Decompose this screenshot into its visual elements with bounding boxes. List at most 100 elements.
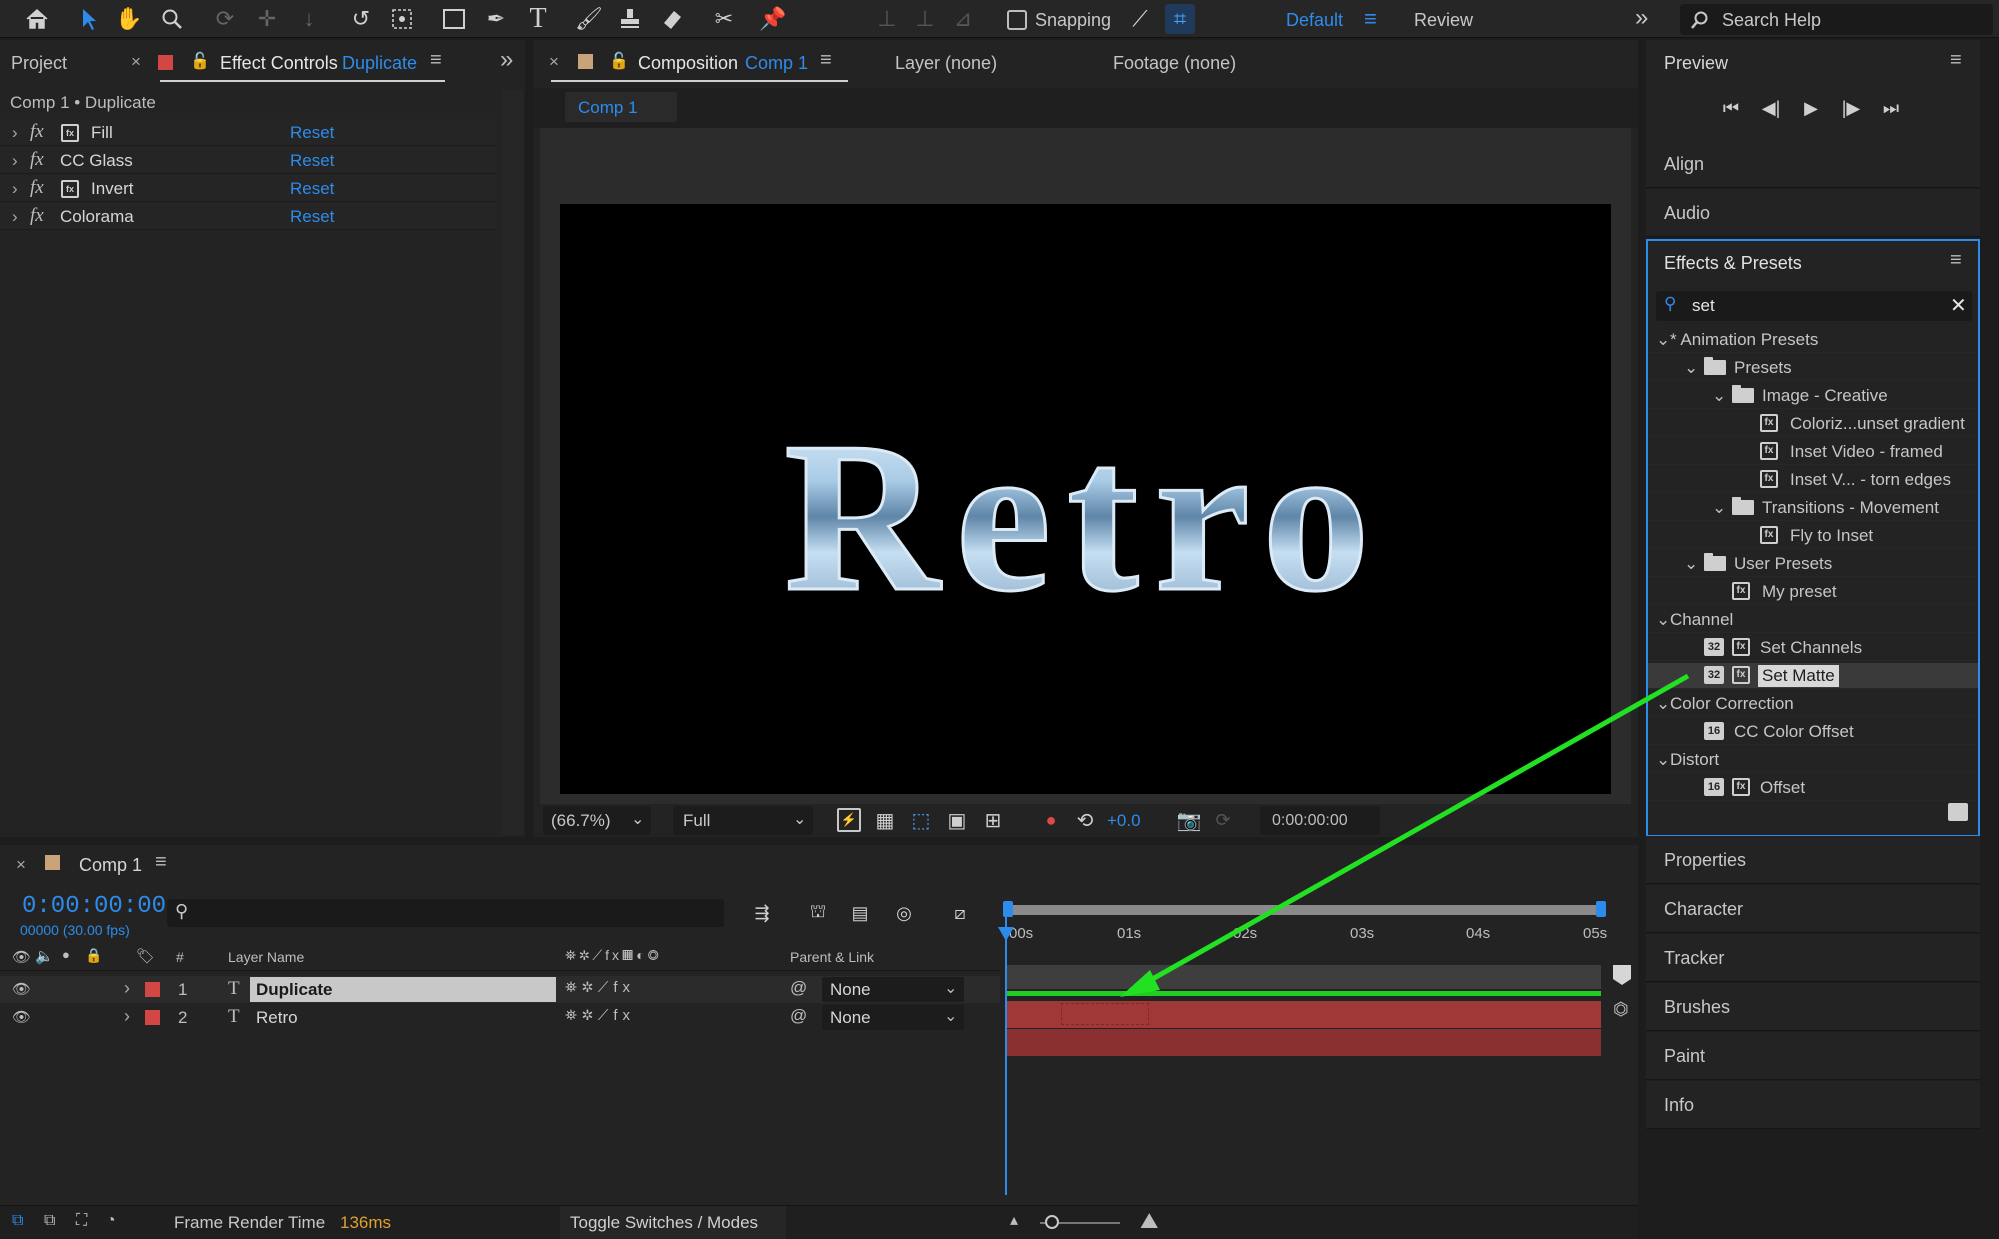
snap-feature-icon[interactable]: ⌗ xyxy=(1165,4,1195,34)
fx-icon[interactable]: fx xyxy=(30,121,44,143)
label-tag-icon[interactable]: 🏷 xyxy=(136,947,155,965)
workspace-menu-icon[interactable]: ≡ xyxy=(1364,6,1377,32)
comp-mini-flowchart-icon[interactable]: ⇶ xyxy=(748,899,776,927)
panel-menu-icon[interactable]: ≡ xyxy=(1950,249,1962,272)
view-axis-icon[interactable]: ⊿ xyxy=(948,4,978,34)
grid-guides-icon[interactable]: ⊞ xyxy=(981,808,1005,832)
layer-name[interactable]: Retro xyxy=(256,1008,298,1028)
rectangle-tool-icon[interactable] xyxy=(439,4,469,34)
previous-frame-icon[interactable]: ◀︎| xyxy=(1758,96,1784,120)
color-channels-icon[interactable]: ● xyxy=(1039,808,1063,832)
show-snapshot-icon[interactable]: ⟳ xyxy=(1211,808,1235,832)
layer-row[interactable]: 👁 › 1 T Duplicate ⛯✲⟋fx @ None ⌄ xyxy=(0,976,1000,1003)
region-of-interest-icon[interactable]: ▣ xyxy=(945,808,969,832)
home-icon[interactable] xyxy=(22,4,52,34)
roto-brush-tool-icon[interactable]: ✂ xyxy=(709,4,739,34)
exposure-reset-icon[interactable]: ⟲ xyxy=(1073,808,1097,832)
tree-effect[interactable]: 16 fx Offset xyxy=(1648,775,1978,801)
current-timecode[interactable]: 0:00:00:00 xyxy=(22,893,166,920)
layer-name-field[interactable]: Duplicate xyxy=(250,977,556,1002)
audio-icon[interactable]: 🔈 xyxy=(35,947,54,965)
puppet-pin-tool-icon[interactable]: 📌 xyxy=(758,4,788,34)
comp-marker-icon[interactable] xyxy=(1613,965,1631,985)
visibility-eye-icon[interactable]: 👁 xyxy=(12,1008,31,1026)
chevron-down-icon[interactable]: ⌄ xyxy=(1656,610,1670,630)
effect-row[interactable]: › fx fx Invert Reset xyxy=(0,175,496,202)
align-panel[interactable]: Align xyxy=(1646,140,1980,188)
tab-layer[interactable]: Layer (none) xyxy=(895,53,997,74)
last-frame-icon[interactable]: ⏭ xyxy=(1878,96,1904,120)
audio-panel[interactable]: Audio xyxy=(1646,189,1980,237)
character-panel[interactable]: Character xyxy=(1646,885,1980,933)
properties-panel[interactable]: Properties xyxy=(1646,836,1980,884)
layer-switches[interactable]: ⛯✲⟋fx xyxy=(565,1007,635,1024)
in-out-toggle-icon[interactable]: ⛶ xyxy=(76,1212,87,1230)
video-eye-icon[interactable]: 👁 xyxy=(12,948,31,966)
transparency-grid-icon[interactable]: ▦ xyxy=(873,808,897,832)
expand-chevron-icon[interactable]: › xyxy=(12,123,18,143)
pen-tool-icon[interactable]: ✒ xyxy=(481,4,511,34)
parent-select[interactable]: None ⌄ xyxy=(822,1005,964,1030)
local-axis-icon[interactable]: ⊥ xyxy=(872,4,902,34)
world-axis-icon[interactable]: ⊥ xyxy=(910,4,940,34)
tracker-panel[interactable]: Tracker xyxy=(1646,934,1980,982)
search-help-box[interactable]: Search Help xyxy=(1680,4,1993,35)
timeline-tab[interactable]: Comp 1 xyxy=(79,855,142,876)
effects-search-input[interactable]: set xyxy=(1692,296,1715,316)
expand-chevron-icon[interactable]: › xyxy=(12,207,18,227)
info-panel[interactable]: Info xyxy=(1646,1081,1980,1129)
zoom-in-icon[interactable]: ⛰ xyxy=(1140,1208,1158,1234)
pick-whip-icon[interactable]: @ xyxy=(790,1006,807,1026)
chevron-down-icon[interactable]: ⌄ xyxy=(1712,498,1726,518)
reset-link[interactable]: Reset xyxy=(290,123,334,143)
time-graph[interactable]: 00s 01s 02s 03s 04s 05s ⏣ xyxy=(998,895,1633,1195)
type-tool-icon[interactable]: T xyxy=(523,3,553,34)
pan-behind-tool-icon[interactable] xyxy=(387,4,417,34)
playhead[interactable] xyxy=(1005,915,1007,1195)
panel-menu-icon[interactable]: ≡ xyxy=(430,49,442,72)
chevron-down-icon[interactable]: ⌄ xyxy=(1656,330,1670,350)
render-time-toggle-icon[interactable]: ◔ xyxy=(106,1212,116,1230)
layer-row[interactable]: 👁 › 2 T Retro ⛯✲⟋fx @ None ⌄ xyxy=(0,1004,1000,1031)
solo-icon[interactable]: ● xyxy=(62,947,70,962)
resolution-select[interactable]: Full ⌄ xyxy=(673,806,813,835)
tab-composition-name[interactable]: Comp 1 xyxy=(745,53,808,74)
exposure-value[interactable]: +0.0 xyxy=(1107,811,1141,831)
scrollbar[interactable] xyxy=(502,90,523,835)
comp-canvas[interactable]: Retro xyxy=(560,204,1611,794)
zoom-select[interactable]: (66.7%) ⌄ xyxy=(543,806,651,835)
tree-preset[interactable]: fx Coloriz...unset gradient xyxy=(1648,411,1978,437)
work-area-bar[interactable] xyxy=(1005,905,1601,915)
new-bin-icon[interactable] xyxy=(1948,803,1968,821)
snapping-checkbox[interactable] xyxy=(1007,10,1027,30)
tree-effect[interactable]: 16 CC Color Offset xyxy=(1648,719,1978,745)
viewer-timecode[interactable]: 0:00:00:00 xyxy=(1260,806,1380,835)
snap-edge-icon[interactable]: ⟋ xyxy=(1125,4,1155,34)
chevron-down-icon[interactable]: ⌄ xyxy=(1684,554,1698,574)
tree-preset[interactable]: fx My preset xyxy=(1648,579,1978,605)
panel-overflow-icon[interactable]: » xyxy=(500,46,513,74)
zoom-out-icon[interactable]: ▴ xyxy=(1010,1210,1018,1230)
tab-project[interactable]: Project xyxy=(11,53,67,74)
reset-link[interactable]: Reset xyxy=(290,179,334,199)
paint-panel[interactable]: Paint xyxy=(1646,1032,1980,1080)
tree-folder[interactable]: ⌄ Image - Creative xyxy=(1648,383,1978,409)
work-area-end-handle[interactable] xyxy=(1596,901,1606,917)
tree-effect[interactable]: 32 fx Set Channels xyxy=(1648,635,1978,661)
frame-blending-icon[interactable]: ▤ xyxy=(846,899,874,927)
tab-effect-controls-layer[interactable]: Duplicate xyxy=(342,53,417,74)
lock-icon[interactable]: 🔒 xyxy=(85,947,102,964)
expand-chevron-icon[interactable]: › xyxy=(124,1006,130,1027)
tree-folder[interactable]: ⌄ User Presets xyxy=(1648,551,1978,577)
workspace-overflow-icon[interactable]: » xyxy=(1635,4,1648,32)
tree-group[interactable]: ⌄ Color Correction xyxy=(1648,691,1978,717)
expand-chevron-icon[interactable]: › xyxy=(12,151,18,171)
zoom-slider-handle[interactable] xyxy=(1045,1215,1059,1229)
lock-icon[interactable]: 🔓 xyxy=(609,51,629,71)
reset-link[interactable]: Reset xyxy=(290,207,334,227)
chevron-down-icon[interactable]: ⌄ xyxy=(1656,694,1670,714)
effect-row[interactable]: › fx fx Fill Reset xyxy=(0,119,496,146)
selection-tool-icon[interactable] xyxy=(74,4,104,34)
brushes-panel[interactable]: Brushes xyxy=(1646,983,1980,1031)
workspace-default[interactable]: Default xyxy=(1286,10,1343,31)
